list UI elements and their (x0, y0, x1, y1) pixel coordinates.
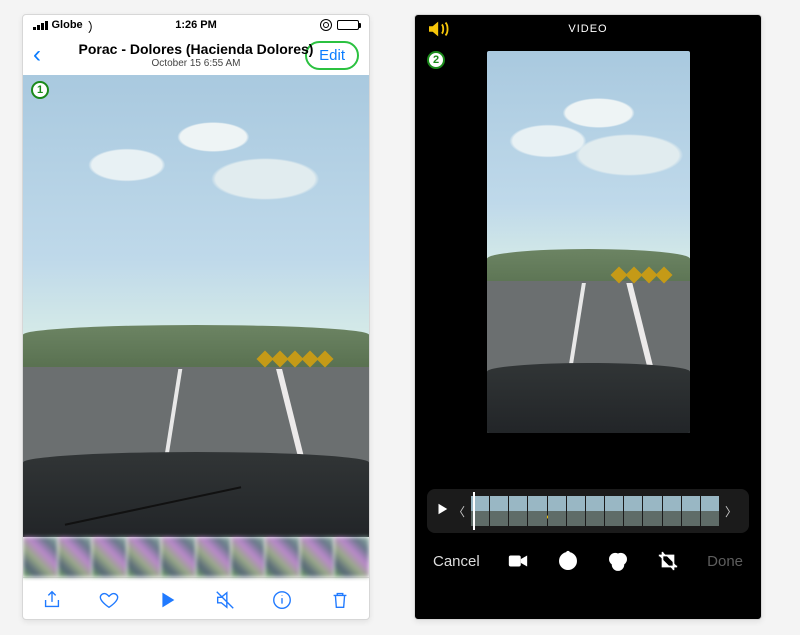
play-icon[interactable] (154, 587, 180, 613)
photo-preview[interactable] (23, 75, 369, 537)
editor-header: VIDEO (415, 15, 761, 43)
playhead[interactable] (473, 492, 475, 530)
editor-bottom-bar: Cancel Done (415, 527, 761, 595)
crop-icon[interactable] (657, 550, 679, 572)
trash-icon[interactable] (327, 587, 353, 613)
video-edit-screen: VIDEO 〈 〉 Cancel (414, 14, 762, 620)
photo-location-title: Porac - Dolores (Hacienda Dolores) (23, 41, 369, 57)
trim-handle-right[interactable]: 〉 (721, 503, 741, 520)
filters-icon[interactable] (607, 550, 629, 572)
trim-handle-left[interactable]: 〈 (449, 503, 469, 520)
scrub-play-icon[interactable] (435, 502, 449, 521)
mute-icon[interactable] (212, 587, 238, 613)
video-mode-icon[interactable] (507, 550, 529, 572)
editor-title: VIDEO (568, 23, 607, 35)
nav-bar: ‹ Porac - Dolores (Hacienda Dolores) Oct… (23, 35, 369, 75)
orientation-lock-icon (320, 19, 332, 31)
photos-detail-screen: Globe 1:26 PM ‹ Porac - Dolores (Haciend… (22, 14, 370, 620)
photo-timestamp: October 15 6:55 AM (23, 58, 369, 69)
status-bar: Globe 1:26 PM (23, 15, 369, 35)
tutorial-canvas: Globe 1:26 PM ‹ Porac - Dolores (Haciend… (0, 0, 800, 635)
cancel-button[interactable]: Cancel (433, 553, 480, 570)
adjust-icon[interactable] (557, 550, 579, 572)
favorite-icon[interactable] (96, 587, 122, 613)
volume-icon[interactable] (429, 21, 451, 40)
video-preview[interactable] (487, 51, 690, 433)
info-icon[interactable] (269, 587, 295, 613)
share-icon[interactable] (39, 587, 65, 613)
done-button[interactable]: Done (707, 553, 743, 570)
callout-badge-1: 1 (31, 81, 49, 99)
clock-label: 1:26 PM (23, 19, 369, 31)
thumbnail-strip[interactable] (23, 537, 369, 577)
video-preview-area (415, 43, 761, 483)
bottom-toolbar (23, 577, 369, 620)
frame-strip[interactable] (471, 496, 719, 526)
callout-badge-2: 2 (427, 51, 445, 69)
battery-icon (337, 20, 359, 30)
